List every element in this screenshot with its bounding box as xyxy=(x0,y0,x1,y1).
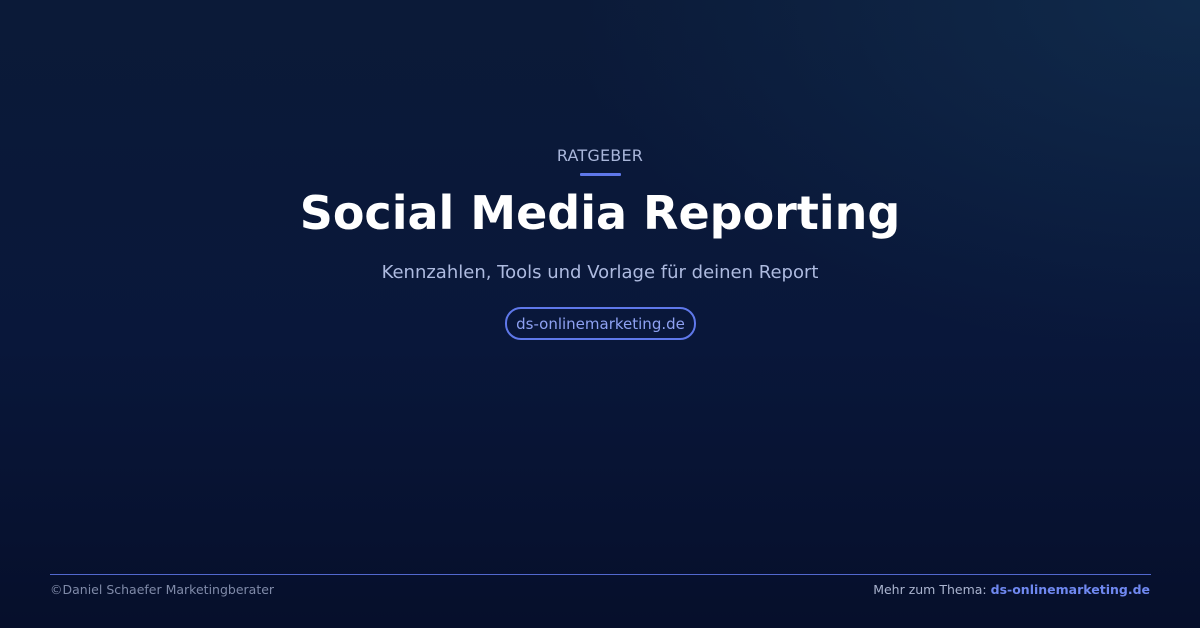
website-link-button[interactable]: ds-onlinemarketing.de xyxy=(505,307,696,340)
page-subtitle: Kennzahlen, Tools und Vorlage für deinen… xyxy=(381,262,819,283)
social-preview-card: { "header": { "eyebrow": "RATGEBER" }, "… xyxy=(0,0,1200,628)
footer-copyright: ©Daniel Schaefer Marketingberater xyxy=(50,582,275,597)
footer-more-label: Mehr zum Thema: xyxy=(873,582,987,597)
footer-website-link[interactable]: ds-onlinemarketing.de xyxy=(991,582,1150,597)
footer-divider xyxy=(50,574,1151,575)
footer-more-info: Mehr zum Thema: ds-onlinemarketing.de xyxy=(873,582,1150,597)
page-title: Social Media Reporting xyxy=(299,186,901,240)
eyebrow-underline xyxy=(580,173,621,176)
eyebrow-label: RATGEBER xyxy=(556,146,644,165)
